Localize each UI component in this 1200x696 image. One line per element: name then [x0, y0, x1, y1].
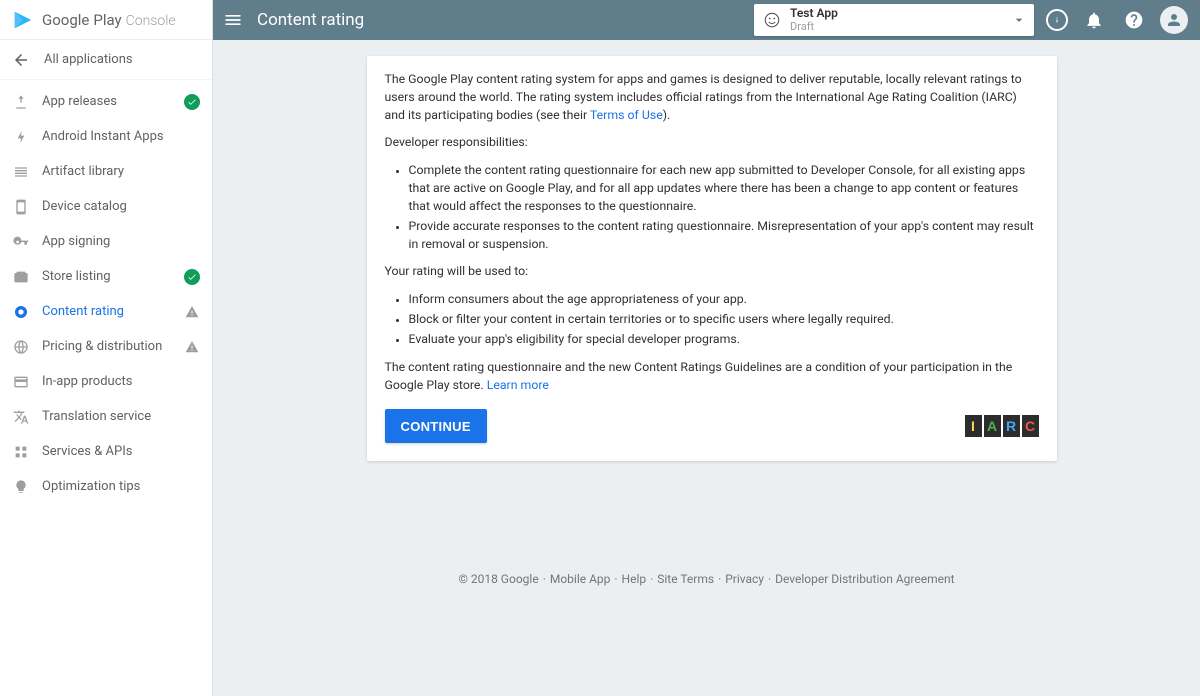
side-nav: App releases Android Instant Apps Artifa…: [0, 80, 212, 504]
footer-link[interactable]: Developer Distribution Agreement: [775, 572, 954, 586]
content-rating-card: The Google Play content rating system fo…: [367, 56, 1057, 461]
header: Content rating Test App Draft: [213, 0, 1200, 40]
menu-button[interactable]: [221, 8, 245, 32]
copyright-text: © 2018 Google: [458, 572, 538, 586]
app-name: Test App: [790, 7, 838, 20]
nav-optimization[interactable]: Optimization tips: [0, 469, 212, 504]
lightbulb-icon: [12, 478, 30, 496]
bell-icon: [1084, 10, 1104, 30]
card-icon: [12, 373, 30, 391]
nav-label: Artifact library: [42, 164, 124, 179]
rating-icon: [12, 303, 30, 321]
key-icon: [12, 233, 30, 251]
iarc-letter: A: [984, 415, 1001, 437]
help-icon: [1124, 10, 1144, 30]
status-check-icon: [184, 269, 200, 285]
nav-app-signing[interactable]: App signing: [0, 224, 212, 259]
nav-label: Pricing & distribution: [42, 339, 162, 354]
nav-in-app-products[interactable]: In-app products: [0, 364, 212, 399]
status-warning-icon: [184, 304, 200, 320]
nav-label: App releases: [42, 94, 117, 109]
terms-of-use-link[interactable]: Terms of Use: [590, 109, 663, 123]
learn-more-link[interactable]: Learn more: [487, 379, 549, 393]
nav-label: Device catalog: [42, 199, 127, 214]
android-icon: [762, 10, 782, 30]
nav-label: Translation service: [42, 409, 151, 424]
list-item: Inform consumers about the age appropria…: [409, 292, 1039, 310]
nav-label: App signing: [42, 234, 110, 249]
dropdown-icon: [1010, 11, 1028, 29]
footer-link[interactable]: Site Terms: [657, 572, 714, 586]
footer-link[interactable]: Privacy: [725, 572, 764, 586]
list-item: Provide accurate responses to the conten…: [409, 219, 1039, 255]
nav-translation[interactable]: Translation service: [0, 399, 212, 434]
library-icon: [12, 163, 30, 181]
use-list: Inform consumers about the age appropria…: [385, 292, 1039, 349]
notifications-button[interactable]: [1080, 6, 1108, 34]
arrow-back-icon: [12, 51, 30, 69]
iarc-logo: I A R C: [965, 415, 1039, 437]
avatar-icon: [1165, 11, 1183, 29]
nav-label: In-app products: [42, 374, 132, 389]
nav-instant-apps[interactable]: Android Instant Apps: [0, 119, 212, 154]
play-logo-icon: [12, 9, 34, 31]
status-check-icon: [184, 94, 200, 110]
all-applications-label: All applications: [44, 52, 133, 67]
nav-services[interactable]: Services & APIs: [0, 434, 212, 469]
page-title: Content rating: [257, 10, 364, 30]
outro-text: The content rating questionnaire and the…: [385, 360, 1039, 396]
brand[interactable]: Google Play Console: [0, 0, 212, 40]
status-warning-icon: [184, 339, 200, 355]
user-avatar[interactable]: [1160, 6, 1188, 34]
list-item: Complete the content rating questionnair…: [409, 163, 1039, 216]
brand-text: Google Play Console: [42, 11, 176, 29]
store-icon: [12, 268, 30, 286]
devices-icon: [12, 198, 30, 216]
app-selector[interactable]: Test App Draft: [754, 4, 1034, 36]
nav-artifact-library[interactable]: Artifact library: [0, 154, 212, 189]
nav-content-rating[interactable]: Content rating: [0, 294, 212, 329]
list-item: Block or filter your content in certain …: [409, 312, 1039, 330]
content-area: The Google Play content rating system fo…: [213, 40, 1200, 696]
help-button[interactable]: [1120, 6, 1148, 34]
info-button[interactable]: [1046, 9, 1068, 31]
info-icon: [1051, 14, 1063, 26]
nav-label: Android Instant Apps: [42, 129, 164, 144]
list-item: Evaluate your app's eligibility for spec…: [409, 332, 1039, 350]
nav-label: Content rating: [42, 304, 124, 319]
iarc-letter: R: [1003, 415, 1020, 437]
instant-apps-icon: [12, 128, 30, 146]
all-applications-link[interactable]: All applications: [0, 40, 212, 80]
footer-link[interactable]: Mobile App: [550, 572, 611, 586]
nav-label: Services & APIs: [42, 444, 132, 459]
page-footer: © 2018 Google·Mobile App·Help·Site Terms…: [213, 572, 1200, 696]
hamburger-icon: [223, 10, 243, 30]
services-icon: [12, 443, 30, 461]
iarc-letter: I: [965, 415, 982, 437]
use-title: Your rating will be used to:: [385, 264, 1039, 282]
nav-device-catalog[interactable]: Device catalog: [0, 189, 212, 224]
releases-icon: [12, 93, 30, 111]
nav-label: Store listing: [42, 269, 111, 284]
app-status: Draft: [790, 21, 838, 33]
nav-app-releases[interactable]: App releases: [0, 84, 212, 119]
nav-pricing[interactable]: Pricing & distribution: [0, 329, 212, 364]
iarc-letter: C: [1022, 415, 1039, 437]
continue-button[interactable]: CONTINUE: [385, 409, 487, 443]
intro-text: The Google Play content rating system fo…: [385, 72, 1039, 125]
footer-link[interactable]: Help: [622, 572, 647, 586]
nav-label: Optimization tips: [42, 479, 140, 494]
sidebar: Google Play Console All applications App…: [0, 0, 213, 696]
nav-store-listing[interactable]: Store listing: [0, 259, 212, 294]
main: Content rating Test App Draft The Goog: [213, 0, 1200, 696]
responsibilities-list: Complete the content rating questionnair…: [385, 163, 1039, 254]
responsibilities-title: Developer responsibilities:: [385, 135, 1039, 153]
translate-icon: [12, 408, 30, 426]
globe-icon: [12, 338, 30, 356]
